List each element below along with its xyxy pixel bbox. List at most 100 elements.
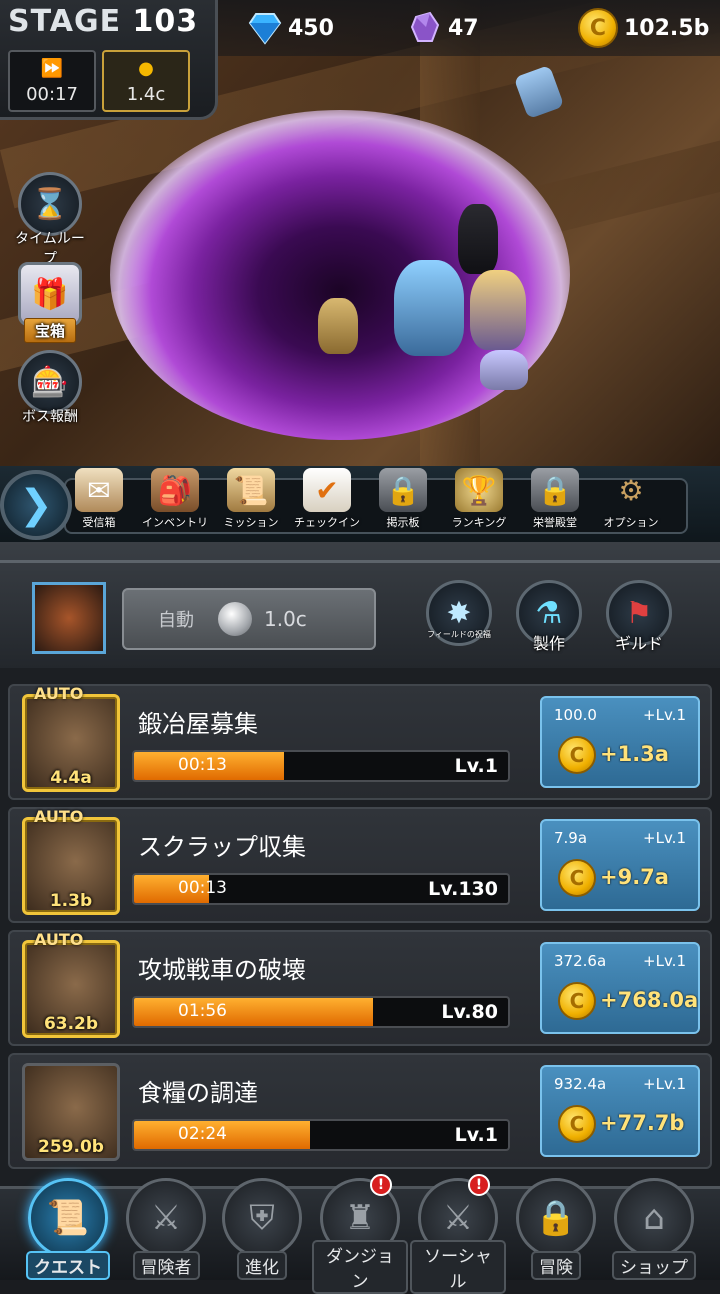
fast-forward-icon: ⏩	[40, 58, 64, 79]
diamond-counter[interactable]: 450	[248, 8, 334, 48]
helmet-icon: ⚔	[126, 1178, 206, 1258]
menu-inventory[interactable]: 🎒 インベントリ	[136, 468, 214, 530]
nav-quest-label: クエスト	[26, 1251, 110, 1280]
quest-title: 鍛冶屋募集	[138, 710, 258, 738]
treasure-label: 宝箱	[23, 318, 76, 343]
gold-count: 102.5b	[624, 15, 710, 41]
gold-coin-icon: C	[558, 736, 596, 774]
menu-options[interactable]: ⚙ オプション	[592, 468, 670, 530]
crystal-counter[interactable]: 47	[408, 8, 479, 48]
auto-label: 自動	[158, 610, 194, 631]
crystal-count: 47	[448, 15, 479, 41]
guild-button[interactable]: ⚑ ギルド	[604, 580, 674, 654]
lock-icon: 🔒	[516, 1178, 596, 1258]
auto-purchase-button[interactable]: 自動 1.0c	[122, 588, 376, 650]
upgrade-button[interactable]: 7.9a +Lv.1 C +9.7a	[540, 819, 700, 911]
nav-quest[interactable]: 📜 クエスト	[20, 1178, 116, 1280]
gold-counter[interactable]: C 102.5b	[578, 8, 709, 48]
upgrade-cost: 100.0	[554, 706, 597, 724]
auto-cost: 1.0c	[264, 607, 307, 631]
field-blessing-button[interactable]: ✸ フィールドの祝福	[424, 580, 494, 646]
craft-button[interactable]: ⚗ 製作	[514, 580, 584, 654]
quest-title: 食糧の調達	[138, 1079, 258, 1107]
hero-rogue	[458, 204, 498, 274]
nav-evolution[interactable]: ⛨ 進化	[214, 1178, 310, 1280]
menu-board-label: 掲示板	[386, 516, 420, 529]
menu-inbox[interactable]: ✉ 受信箱	[60, 468, 138, 530]
slot-reward-icon: 🎰	[18, 350, 82, 414]
nav-adventure[interactable]: 🔒 冒険	[508, 1178, 604, 1280]
quest-income: 1.3b	[49, 891, 93, 911]
nav-shop-label: ショップ	[612, 1251, 696, 1280]
menu-inbox-label: 受信箱	[82, 516, 116, 529]
income-gain: +1.3a	[600, 742, 669, 766]
diamond-icon	[248, 13, 282, 45]
auto-tag: AUTO	[34, 684, 84, 703]
quest-level: Lv.1	[454, 755, 498, 777]
nav-social[interactable]: ⚔ ! ソーシャル	[410, 1174, 506, 1294]
upgrade-button[interactable]: 100.0 +Lv.1 C +1.3a	[540, 696, 700, 788]
craft-label: 製作	[532, 634, 565, 653]
menu-hall-of-honor-label: 栄誉殿堂	[533, 516, 577, 529]
boost-timer: 00:17	[26, 84, 78, 105]
quest-progress-bar: 00:13 Lv.130	[132, 873, 510, 905]
lock-icon: 🔒	[531, 468, 579, 512]
auto-tag: AUTO	[34, 930, 84, 949]
quest-income: 4.4a	[50, 768, 92, 788]
quest-level: Lv.130	[428, 878, 498, 900]
backpack-icon: 🎒	[151, 468, 199, 512]
level-up-amount: +Lv.1	[643, 829, 686, 847]
menu-board[interactable]: 🔒 掲示板	[364, 468, 442, 530]
boss-reward-button[interactable]: 🎰 ボス報酬	[12, 350, 88, 426]
guild-label: ギルド	[614, 634, 663, 653]
treasure-button[interactable]: 🎁 宝箱	[12, 262, 88, 343]
hourglass-icon: ⌛	[18, 172, 82, 236]
quest-income: 259.0b	[38, 1137, 104, 1157]
boss-reward-label: ボス報酬	[22, 409, 78, 425]
scroll-icon: 📜	[28, 1178, 108, 1258]
nav-dungeon[interactable]: ♜ ! ダンジョン	[312, 1174, 408, 1294]
quest-timer: 00:13	[178, 755, 227, 775]
quest-income: 63.2b	[43, 1014, 99, 1034]
upgrade-cost: 372.6a	[554, 952, 607, 970]
selected-facility-thumbnail[interactable]	[32, 582, 106, 654]
shield-icon: ⛨	[222, 1178, 302, 1258]
gold-rate-box[interactable]: ● 1.4c	[102, 50, 190, 112]
speed-timer-box[interactable]: ⏩ 00:17	[8, 50, 96, 112]
menu-checkin[interactable]: ✔ チェックイン	[288, 468, 366, 530]
nav-adventurer-label: 冒険者	[132, 1251, 200, 1280]
nav-adventurer[interactable]: ⚔ 冒険者	[118, 1178, 214, 1280]
quest-timer: 02:24	[178, 1124, 227, 1144]
stage-label: STAGE	[8, 4, 122, 39]
upgrade-button[interactable]: 372.6a +Lv.1 C +768.0a	[540, 942, 700, 1034]
time-loop-button[interactable]: ⌛ タイムループ	[12, 172, 88, 268]
alert-badge: !	[370, 1174, 392, 1196]
auto-tag: AUTO	[34, 807, 84, 826]
quest-row: AUTO 1.3b スクラップ収集 00:13 Lv.130 7.9a +Lv.…	[8, 807, 712, 923]
income-gain: +77.7b	[600, 1111, 685, 1135]
gold-coin-icon: C	[578, 8, 618, 48]
shop-icon: ⌂	[614, 1178, 694, 1258]
nav-dungeon-label: ダンジョン	[312, 1240, 408, 1294]
nav-adventure-label: 冒険	[531, 1251, 581, 1280]
menu-mission-label: ミッション	[223, 516, 279, 529]
quest-progress-bar: 01:56 Lv.80	[132, 996, 510, 1028]
quest-list[interactable]: AUTO 4.4a 鍛冶屋募集 00:13 Lv.1 100.0 +Lv.1 C…	[0, 668, 720, 1188]
menu-ranking-label: ランキング	[451, 516, 507, 529]
nav-shop[interactable]: ⌂ ショップ	[606, 1178, 702, 1280]
income-gain: +768.0a	[600, 988, 699, 1012]
gold-coin-icon: C	[558, 982, 596, 1020]
scroll-icon: 📜	[227, 468, 275, 512]
quest-progress-bar: 00:13 Lv.1	[132, 750, 510, 782]
nav-evolution-label: 進化	[237, 1251, 287, 1280]
upgrade-button[interactable]: 932.4a +Lv.1 C +77.7b	[540, 1065, 700, 1157]
income-gain: +9.7a	[600, 865, 669, 889]
menu-mission[interactable]: 📜 ミッション	[212, 468, 290, 530]
gacha-icon: 🎁	[18, 262, 82, 326]
quest-level: Lv.1	[454, 1124, 498, 1146]
quest-row: 259.0b 食糧の調達 02:24 Lv.1 932.4a +Lv.1 C +…	[8, 1053, 712, 1169]
upgrade-cost: 932.4a	[554, 1075, 607, 1093]
menu-hall-of-honor[interactable]: 🔒 栄誉殿堂	[516, 468, 594, 530]
menu-options-label: オプション	[603, 516, 659, 529]
menu-ranking[interactable]: 🏆 ランキング	[440, 468, 518, 530]
